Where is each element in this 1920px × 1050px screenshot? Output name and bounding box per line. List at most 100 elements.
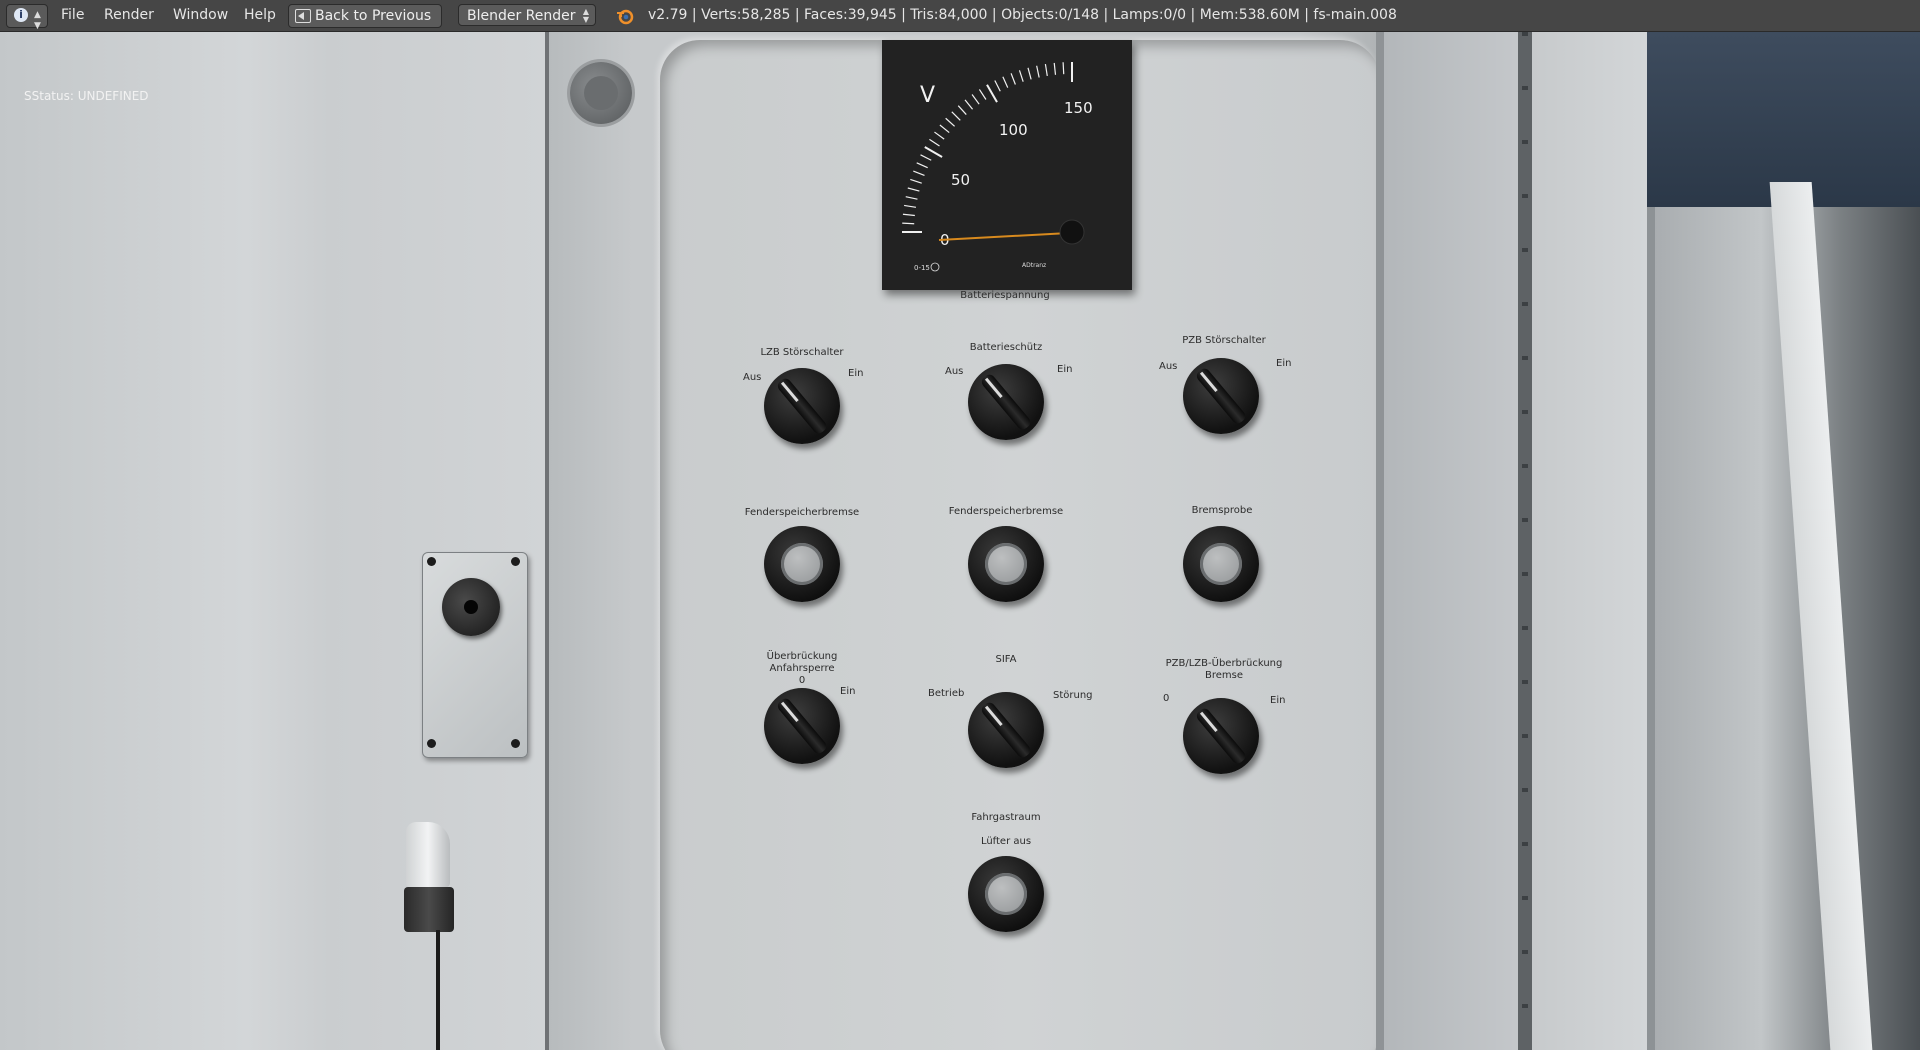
meter-tick	[978, 89, 987, 100]
fsb-right-button[interactable]	[968, 526, 1044, 602]
meter-brand: ADtranz	[1022, 262, 1046, 269]
meter-tick	[1036, 65, 1040, 78]
meter-tick	[1010, 73, 1016, 85]
meter-tick	[910, 178, 922, 184]
scene-stats: v2.79 | Verts:58,285 | Faces:39,945 | Tr…	[648, 7, 1397, 23]
meter-range-label: 0-15	[914, 264, 930, 272]
fsb-left-button[interactable]	[764, 526, 840, 602]
back-to-previous-button[interactable]: Back to Previous	[288, 4, 443, 28]
meter-tick	[913, 170, 925, 176]
pzb-lzb-title-2: Bremse	[1204, 670, 1243, 681]
luefter-title-1: Fahrgastraum	[971, 812, 1041, 823]
editor-type-button[interactable]: i ▲ ▼	[6, 4, 48, 31]
meter-tick	[920, 154, 932, 161]
screw	[511, 557, 520, 566]
lzb-switch-title: LZB Störschalter	[760, 347, 844, 358]
meter-scale-50: 50	[951, 171, 970, 189]
meter-tick	[1044, 63, 1048, 77]
screw	[427, 557, 436, 566]
meter-scale-150: 150	[1064, 99, 1093, 117]
meter-tick	[929, 138, 940, 147]
sifa-stoerung-label: Störung	[1053, 690, 1093, 701]
panel-lock-center	[584, 76, 618, 110]
bremsprobe-title: Bremsprobe	[1191, 505, 1253, 516]
side-strip	[1384, 32, 1524, 1050]
meter-tick	[905, 196, 918, 200]
blender-logo-icon	[617, 9, 634, 25]
screw	[427, 739, 436, 748]
render-engine-select[interactable]: Blender Render ▲ ▼	[458, 4, 596, 26]
pzb-switch-off-label: Aus	[1159, 361, 1178, 372]
meter-tick	[924, 146, 943, 158]
chevron-updown-icon: ▲ ▼	[582, 7, 589, 24]
ueberbrueckung-title-2: Anfahrsperre	[769, 663, 835, 674]
3d-viewport[interactable]: SStatus: UNDEFINED V 0 50 100 150 0-15 A…	[0, 32, 1920, 1050]
render-engine-value: Blender Render	[467, 8, 576, 24]
meter-tick	[951, 111, 961, 121]
menu-render[interactable]: Render	[104, 0, 154, 31]
menu-help[interactable]: Help	[244, 0, 276, 31]
ueberbrueckung-title-1: Überbrückung	[766, 651, 838, 662]
luefter-aus-button[interactable]	[968, 856, 1044, 932]
pzb-switch-title: PZB Störschalter	[1182, 335, 1266, 346]
meter-tick	[1018, 70, 1024, 82]
pipe-collar	[404, 887, 454, 932]
sifa-knob[interactable]	[968, 692, 1044, 768]
meter-pivot	[1059, 219, 1085, 245]
back-to-previous-label: Back to Previous	[315, 8, 432, 24]
plate-knob[interactable]	[442, 578, 500, 636]
pzb-stoerschalter-knob[interactable]	[1183, 358, 1259, 434]
meter-tick	[971, 94, 980, 105]
meter-caption: Batteriespannung	[960, 290, 1050, 301]
meter-tick	[986, 84, 998, 103]
meter-scale-100: 100	[999, 121, 1028, 139]
batterieschuetz-on-label: Ein	[1057, 364, 1073, 375]
meter-tick	[1062, 62, 1065, 75]
meter-tick	[945, 117, 955, 127]
pzb-lzb-zero-label: 0	[1163, 693, 1170, 704]
lzb-stoerschalter-knob[interactable]	[764, 368, 840, 444]
screw	[511, 739, 520, 748]
menu-file[interactable]: File	[61, 0, 84, 31]
pzb-switch-on-label: Ein	[1276, 358, 1292, 369]
cab-wall	[0, 32, 548, 1050]
seam-rivets	[1522, 32, 1528, 1050]
right-wall-panel	[1532, 32, 1647, 1050]
meter-tick	[957, 105, 967, 115]
fsb-left-title: Fenderspeicherbremse	[744, 507, 860, 518]
meter-tick	[939, 124, 950, 134]
sifa-betrieb-label: Betrieb	[928, 688, 965, 699]
pzb-lzb-title-1: PZB/LZB-Überbrückung	[1165, 658, 1283, 669]
batterieschuetz-knob[interactable]	[968, 364, 1044, 440]
top-menu-bar: i ▲ ▼ File Render Window Help Back to Pre…	[0, 0, 1920, 32]
menu-window[interactable]: Window	[173, 0, 228, 31]
chevron-updown-icon: ▲ ▼	[34, 10, 41, 31]
ueberbrueckung-zero-label: 0	[798, 675, 806, 686]
back-screen-icon	[295, 9, 311, 23]
batterieschuetz-title: Batterieschütz	[969, 342, 1043, 353]
pzb-lzb-ueberbrueckung-knob[interactable]	[1183, 698, 1259, 774]
lzb-switch-on-label: Ein	[848, 368, 864, 379]
fsb-right-title: Fenderspeicherbremse	[948, 506, 1064, 517]
panel-edge	[1376, 32, 1384, 1050]
meter-tick	[1002, 76, 1009, 88]
meter-tick	[1053, 62, 1057, 75]
bremsprobe-button[interactable]	[1183, 526, 1259, 602]
meter-tick	[1027, 67, 1032, 80]
meter-unit: V	[920, 83, 935, 108]
meter-tick	[994, 80, 1001, 92]
meter-tick	[903, 204, 917, 208]
meter-tick	[902, 213, 915, 217]
pzb-lzb-on-label: Ein	[1270, 695, 1286, 706]
meter-tick	[907, 187, 920, 192]
meter-needle	[938, 232, 1070, 241]
sifa-title: SIFA	[995, 654, 1017, 665]
ueberbrueckung-anfahrsperre-knob[interactable]	[764, 688, 840, 764]
lzb-switch-off-label: Aus	[743, 372, 762, 383]
meter-tick	[902, 222, 915, 225]
window-top-frame	[1647, 32, 1920, 207]
batterieschuetz-off-label: Aus	[945, 366, 964, 377]
ueberbrueckung-on-label: Ein	[840, 686, 856, 697]
meter-tick	[934, 131, 945, 140]
status-text: SStatus: UNDEFINED	[24, 89, 149, 103]
